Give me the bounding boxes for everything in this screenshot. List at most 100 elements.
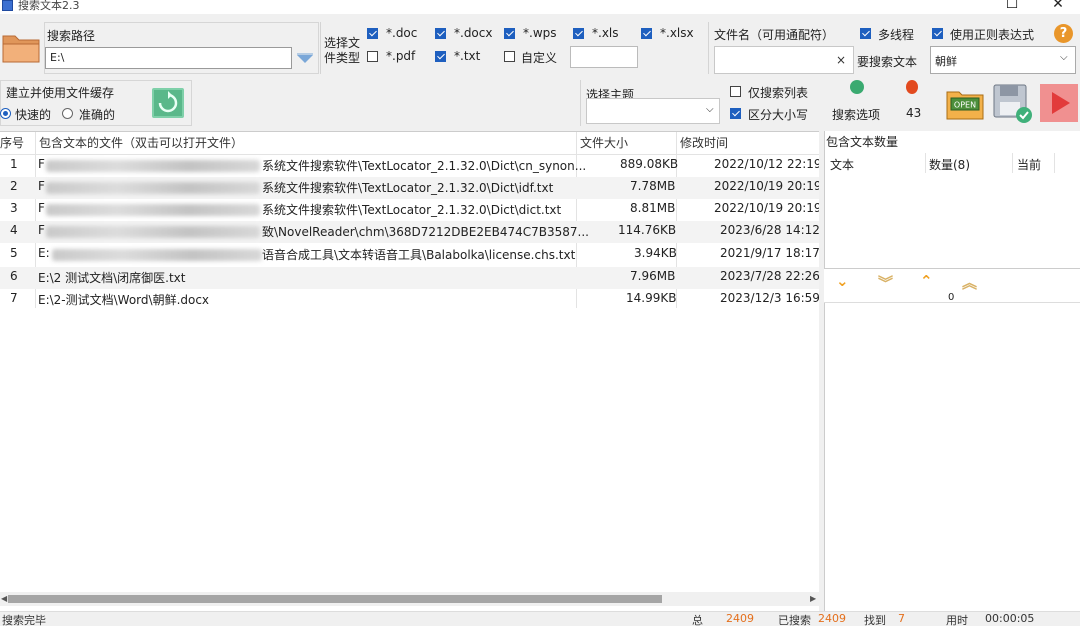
row-modified: 2022/10/12 22:19: [714, 157, 826, 171]
fast-radio[interactable] [0, 108, 11, 119]
case-label: 区分大小写 [748, 108, 809, 122]
row-no: 7 [10, 291, 18, 305]
search-text-input[interactable]: 朝鲜 [930, 46, 1076, 74]
row-path-prefix: F [38, 223, 45, 237]
filetype-label-2: 件类型 [324, 51, 361, 65]
custom-ext-input[interactable] [570, 46, 638, 68]
folder-icon[interactable] [1, 30, 43, 66]
table-row[interactable]: 2 F 系统文件搜索软件\TextLocator_2.1.32.0\Dict\i… [0, 177, 826, 199]
col-header-text[interactable]: 文本 [830, 156, 854, 173]
maximize-button[interactable]: ☐ [1002, 0, 1022, 12]
found-value: 7 [898, 612, 905, 625]
fast-label: 快速的 [15, 108, 52, 122]
total-value: 2409 [726, 612, 754, 625]
row-modified: 2023/7/28 22:26: [720, 269, 824, 283]
docx-checkbox[interactable] [435, 28, 446, 39]
case-checkbox[interactable] [730, 108, 741, 119]
gear-icon[interactable] [850, 80, 864, 94]
list-only-checkbox[interactable] [730, 86, 741, 97]
row-path-prefix: F [38, 201, 45, 215]
start-search-button[interactable] [1040, 84, 1078, 122]
column-divider [925, 153, 926, 173]
row-no: 6 [10, 269, 18, 283]
path-input[interactable]: E:\ [45, 47, 292, 69]
pdf-label: *.pdf [386, 49, 416, 63]
filename-input[interactable] [714, 46, 854, 74]
row-no: 5 [10, 246, 18, 260]
chevron-down-icon[interactable] [296, 53, 314, 65]
row-modified: 2023/12/3 16:59: [720, 291, 824, 305]
save-icon[interactable] [992, 82, 1034, 124]
help-icon[interactable]: ? [1054, 24, 1073, 43]
previous-icon[interactable]: ⌃ [920, 272, 933, 290]
scroll-left-icon[interactable]: ◀ [1, 594, 7, 603]
regex-checkbox[interactable] [932, 28, 943, 39]
xlsx-label: *.xlsx [660, 26, 694, 40]
table-row[interactable]: 4 F 致\NovelReader\chm\368D7212DBE2EB474C… [0, 221, 824, 243]
col-header-current[interactable]: 当前 [1017, 156, 1041, 173]
search-options-button[interactable]: 搜索选项 [832, 106, 880, 123]
clear-icon[interactable]: × [836, 53, 846, 67]
col-header-size[interactable]: 文件大小 [580, 134, 628, 151]
table-row[interactable]: 5 E: 语音合成工具\文本转语音工具\Balabolka\license.ch… [0, 244, 824, 266]
xls-checkbox[interactable] [573, 28, 584, 39]
open-folder-icon[interactable]: OPEN [945, 82, 985, 122]
custom-checkbox[interactable] [504, 51, 515, 62]
close-button[interactable]: ✕ [1048, 0, 1068, 12]
col-header-file[interactable]: 包含文本的文件（双击可以打开文件） [39, 134, 243, 151]
row-path-prefix: F [38, 179, 45, 193]
chevron-down-icon[interactable]: ⌵ [1060, 52, 1068, 63]
row-modified: 2022/10/19 20:19: [714, 179, 826, 193]
col-header-modified[interactable]: 修改时间 [680, 134, 728, 151]
path-label: 搜索路径 [47, 29, 96, 43]
scrollbar-thumb[interactable] [8, 595, 662, 603]
chevron-down-icon[interactable]: ⌵ [706, 104, 714, 115]
wps-checkbox[interactable] [504, 28, 515, 39]
col-header-count[interactable]: 数量(8) [929, 156, 970, 173]
multithread-checkbox[interactable] [860, 28, 871, 39]
txt-checkbox[interactable] [435, 51, 446, 62]
row-path: E:\2-测试文档\Word\朝鲜.docx [38, 293, 210, 307]
row-modified: 2021/9/17 18:17: [720, 246, 824, 260]
row-no: 2 [10, 179, 18, 193]
table-row[interactable]: 7 E:\2-测试文档\Word\朝鲜.docx 14.99KB 2023/12… [0, 289, 824, 311]
row-path: 语音合成工具\文本转语音工具\Balabolka\license.chs.txt [262, 248, 576, 262]
divider [708, 22, 709, 74]
status-bar [0, 611, 1080, 626]
col-header-no[interactable]: 序号 [0, 134, 24, 151]
column-divider [1054, 153, 1055, 173]
column-divider [1012, 153, 1013, 173]
next-icon[interactable]: ⌄ [836, 272, 849, 290]
row-path: 系统文件搜索软件\TextLocator_2.1.32.0\Dict\dict.… [262, 203, 562, 217]
scroll-right-icon[interactable]: ▶ [810, 594, 816, 603]
row-size: 7.78MB [630, 179, 676, 193]
accurate-radio[interactable] [62, 108, 73, 119]
row-modified: 2023/6/28 14:12: [720, 223, 824, 237]
cache-label: 建立并使用文件缓存 [6, 86, 115, 100]
row-no: 3 [10, 201, 18, 215]
xlsx-checkbox[interactable] [641, 28, 652, 39]
docx-label: *.docx [454, 26, 493, 40]
bulb-icon [906, 80, 918, 94]
window-title: 搜索文本2.3 [18, 0, 80, 12]
filename-label: 文件名（可用通配符） [714, 28, 835, 42]
divider [320, 22, 321, 74]
last-icon[interactable]: ︾ [878, 272, 893, 293]
table-row[interactable]: 1 F 系统文件搜索软件\TextLocator_2.1.32.0\Dict\c… [0, 155, 826, 177]
refresh-icon[interactable] [152, 88, 184, 118]
redacted-path [46, 204, 260, 216]
row-path: 系统文件搜索软件\TextLocator_2.1.32.0\Dict\idf.t… [262, 181, 554, 195]
table-row[interactable]: 3 F 系统文件搜索软件\TextLocator_2.1.32.0\Dict\d… [0, 199, 826, 221]
row-path: E:\2 测试文档\闭席御医.txt [38, 271, 186, 285]
title-bar [0, 0, 1080, 14]
regex-label: 使用正则表达式 [950, 28, 1035, 42]
search-text-label: 要搜索文本 [857, 55, 918, 69]
table-row[interactable]: 6 E:\2 测试文档\闭席御医.txt 7.96MB 2023/7/28 22… [0, 267, 824, 289]
txt-label: *.txt [454, 49, 481, 63]
row-modified: 2022/10/19 20:19: [714, 201, 826, 215]
theme-select[interactable] [586, 98, 720, 124]
row-path-prefix: F [38, 157, 45, 171]
pdf-checkbox[interactable] [367, 51, 378, 62]
first-icon[interactable]: ︽ [962, 272, 977, 293]
doc-checkbox[interactable] [367, 28, 378, 39]
